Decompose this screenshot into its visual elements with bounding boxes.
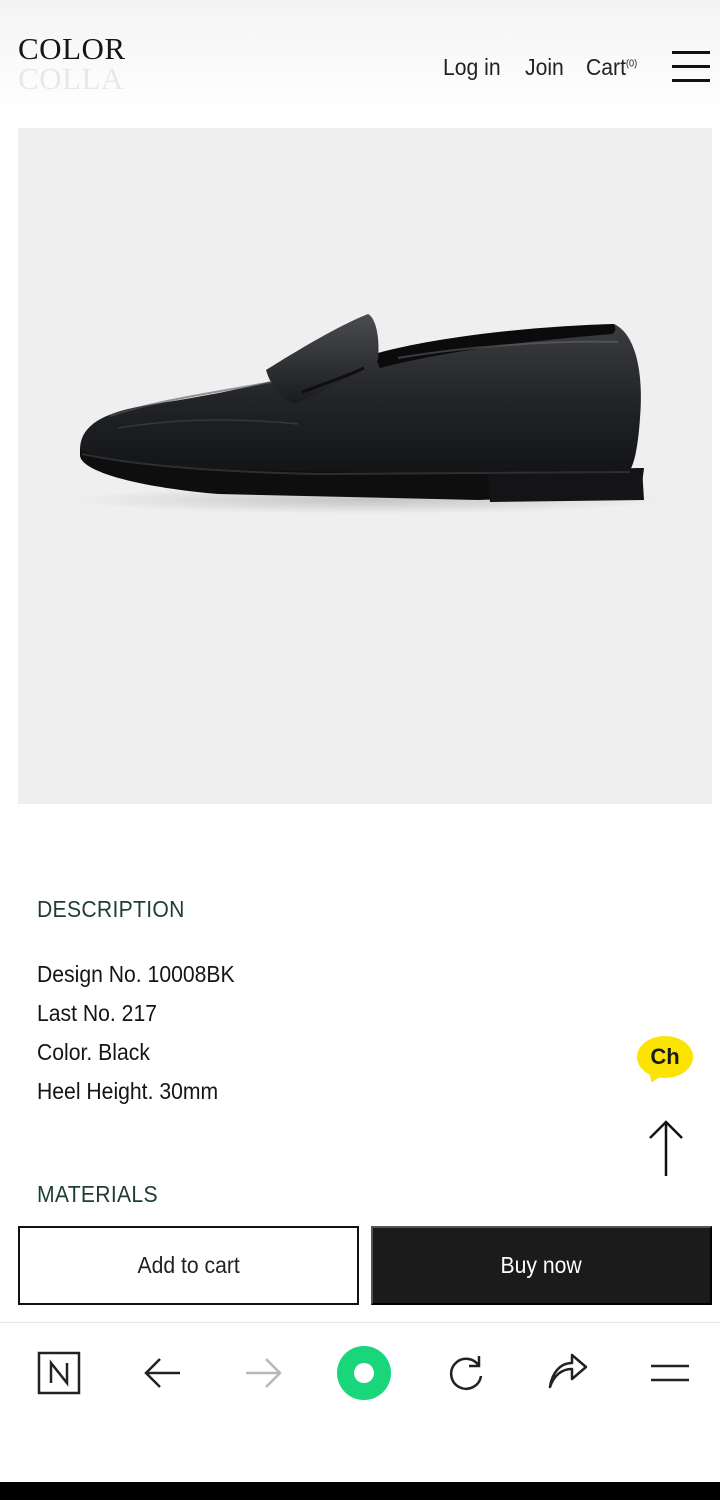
brand-logo[interactable]: COLOR COLLA (18, 32, 126, 96)
description-item-color: Color. Black (37, 1039, 150, 1065)
browser-toolbar (0, 1322, 720, 1482)
description-heading: DESCRIPTION (37, 896, 185, 922)
add-to-cart-button[interactable]: Add to cart (18, 1226, 359, 1305)
naver-n-icon[interactable] (31, 1345, 87, 1401)
logo-text-reflection: COLLA (18, 61, 124, 96)
cart-count: (0) (626, 57, 638, 69)
refresh-icon[interactable] (438, 1345, 494, 1401)
login-link[interactable]: Log in (443, 54, 501, 81)
share-icon[interactable] (540, 1345, 596, 1401)
add-to-cart-label: Add to cart (137, 1252, 240, 1278)
cart-link[interactable]: Cart(0) (586, 54, 637, 81)
buy-now-button[interactable]: Buy now (371, 1226, 712, 1305)
back-arrow-icon[interactable] (134, 1345, 190, 1401)
kakao-chat-button[interactable]: Ch (637, 1036, 693, 1078)
penny-loafer-shoe-image (68, 314, 668, 514)
arrow-up-icon (649, 1120, 683, 1176)
site-header: COLOR COLLA Log in Join Cart(0) (0, 0, 720, 118)
hamburger-menu-icon[interactable] (672, 48, 712, 86)
join-link[interactable]: Join (525, 54, 564, 81)
product-image[interactable] (18, 128, 712, 804)
top-nav: Log in Join Cart(0) (443, 50, 720, 84)
home-circle-icon[interactable] (336, 1345, 392, 1401)
chat-label: Ch (650, 1044, 680, 1069)
description-list: Design No. 10008BK Last No. 217 Color. B… (37, 955, 252, 1111)
menu-icon[interactable] (642, 1345, 698, 1401)
system-navigation-bar (0, 1482, 720, 1500)
materials-heading[interactable]: MATERIALS (37, 1181, 158, 1208)
cart-label: Cart (586, 53, 627, 80)
description-item-design-no: Design No. 10008BK (37, 961, 235, 987)
scroll-to-top-button[interactable] (646, 1118, 686, 1178)
buy-now-label: Buy now (500, 1252, 583, 1278)
description-item-heel-height: Heel Height. 30mm (37, 1078, 219, 1104)
description-item-last-no: Last No. 217 (37, 1000, 157, 1026)
forward-arrow-icon[interactable] (236, 1345, 292, 1401)
